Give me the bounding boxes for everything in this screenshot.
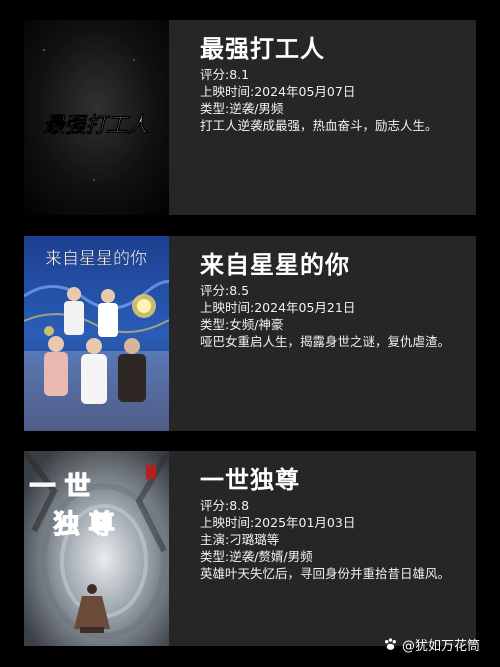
- release-date: 上映时间:2025年01月03日: [200, 515, 356, 530]
- poster-art: 最强打工人: [24, 20, 169, 215]
- drama-info: 最强打工人 评分:8.1 上映时间:2024年05月07日 类型:逆袭/男频 打…: [200, 34, 462, 134]
- cast: 主演:刁璐璐等: [200, 532, 280, 547]
- poster-title-line2: 独 尊: [53, 509, 114, 540]
- description: 打工人逆袭成最强，热血奋斗，励志人生。: [200, 118, 438, 133]
- genre: 类型:女频/神豪: [200, 317, 284, 332]
- poster-title-text: 最强打工人: [44, 113, 149, 137]
- paw-icon: [385, 638, 396, 650]
- watermark: @犹如万花筒: [383, 635, 480, 654]
- release-date: 上映时间:2024年05月07日: [200, 84, 356, 99]
- poster-art: 一 世 独 尊: [24, 451, 169, 646]
- drama-title[interactable]: 最强打工人: [200, 34, 462, 64]
- poster-image[interactable]: 最强打工人: [24, 20, 169, 215]
- drama-info: 来自星星的你 评分:8.5 上映时间:2024年05月21日 类型:女频/神豪 …: [200, 250, 462, 350]
- drama-card[interactable]: 来自星星的你 来自星星的你 评分:8.5 上映时间:2024年05月21日 类型…: [24, 236, 476, 431]
- poster-title-line1: 一 世: [29, 472, 90, 502]
- genre: 类型:逆袭/赘婿/男频: [200, 549, 313, 564]
- poster-image[interactable]: 一 世 独 尊: [24, 451, 169, 646]
- description: 哑巴女重启人生，揭露身世之谜，复仇虐渣。: [200, 334, 451, 349]
- poster-title-text: 来自星星的你: [45, 249, 147, 269]
- poster-image[interactable]: 来自星星的你: [24, 236, 169, 431]
- rating: 评分:8.8: [200, 498, 250, 513]
- drama-title[interactable]: 来自星星的你: [200, 250, 462, 280]
- watermark-text: @犹如万花筒: [401, 639, 480, 654]
- rating: 评分:8.1: [200, 67, 250, 82]
- poster-art: 来自星星的你: [24, 236, 169, 431]
- drama-info: 一世独尊 评分:8.8 上映时间:2025年01月03日 主演:刁璐璐等 类型:…: [200, 465, 462, 582]
- genre: 类型:逆袭/男频: [200, 101, 284, 116]
- drama-card[interactable]: 一 世 独 尊 一世独尊 评分:8.8 上映时间:2025年01月03日 主演:…: [24, 451, 476, 646]
- drama-card[interactable]: 最强打工人 最强打工人 评分:8.1 上映时间:2024年05月07日 类型:逆…: [24, 20, 476, 215]
- drama-title[interactable]: 一世独尊: [200, 465, 462, 495]
- rating: 评分:8.5: [200, 283, 250, 298]
- release-date: 上映时间:2024年05月21日: [200, 300, 356, 315]
- description: 英雄叶天失忆后，寻回身份并重拾昔日雄风。: [200, 566, 451, 581]
